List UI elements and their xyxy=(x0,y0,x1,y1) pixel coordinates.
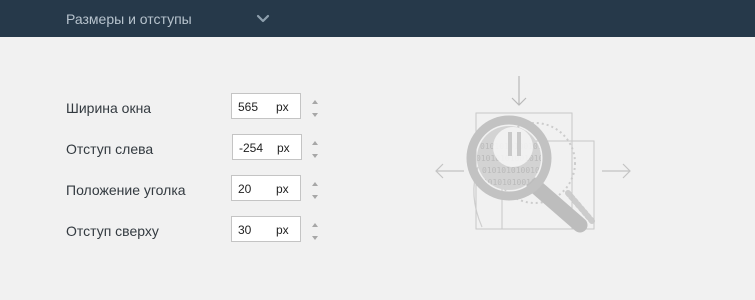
corner-position-label: Положение уголка xyxy=(66,182,186,198)
width-unit: px xyxy=(276,100,289,114)
increment-arrow-icon[interactable] xyxy=(310,135,320,145)
left-offset-unit: px xyxy=(277,141,290,155)
section-title: Размеры и отступы xyxy=(66,11,192,27)
left-offset-stepper[interactable] xyxy=(310,134,320,160)
increment-arrow-icon[interactable] xyxy=(310,94,320,104)
top-offset-input[interactable]: 30 px xyxy=(231,216,301,242)
width-value: 565 xyxy=(238,100,259,114)
section-header[interactable]: Размеры и отступы xyxy=(0,0,755,37)
width-input[interactable]: 565 px xyxy=(231,93,301,119)
decrement-arrow-icon[interactable] xyxy=(310,107,320,117)
decrement-arrow-icon[interactable] xyxy=(310,230,320,240)
width-row: Ширина окна 565 px xyxy=(0,93,340,123)
corner-position-value: 20 xyxy=(238,182,252,196)
chevron-down-icon[interactable] xyxy=(255,12,271,26)
left-offset-label: Отступ слева xyxy=(66,141,154,157)
decrement-arrow-icon[interactable] xyxy=(310,189,320,199)
decrement-arrow-icon[interactable] xyxy=(310,148,320,158)
left-offset-value: -254 xyxy=(239,141,264,155)
width-label: Ширина окна xyxy=(66,100,152,116)
corner-position-unit: px xyxy=(276,182,289,196)
width-stepper[interactable] xyxy=(310,93,320,119)
top-offset-stepper[interactable] xyxy=(310,216,320,242)
top-offset-row: Отступ сверху 30 px xyxy=(0,216,340,246)
top-offset-unit: px xyxy=(276,223,289,237)
corner-position-row: Положение уголка 20 px xyxy=(0,175,340,205)
left-offset-row: Отступ слева -254 px xyxy=(0,134,340,164)
increment-arrow-icon[interactable] xyxy=(310,217,320,227)
increment-arrow-icon[interactable] xyxy=(310,176,320,186)
corner-position-input[interactable]: 20 px xyxy=(231,175,301,201)
top-offset-label: Отступ сверху xyxy=(66,223,159,239)
corner-position-stepper[interactable] xyxy=(310,175,320,201)
settings-panel: Ширина окна 565 px Отступ слева -254 px xyxy=(0,37,755,300)
left-offset-input[interactable]: -254 px xyxy=(232,134,302,160)
magnifier-layout-diagram-icon: 0101010100101010110010100101 01010101001… xyxy=(430,75,640,235)
top-offset-value: 30 xyxy=(238,223,252,237)
